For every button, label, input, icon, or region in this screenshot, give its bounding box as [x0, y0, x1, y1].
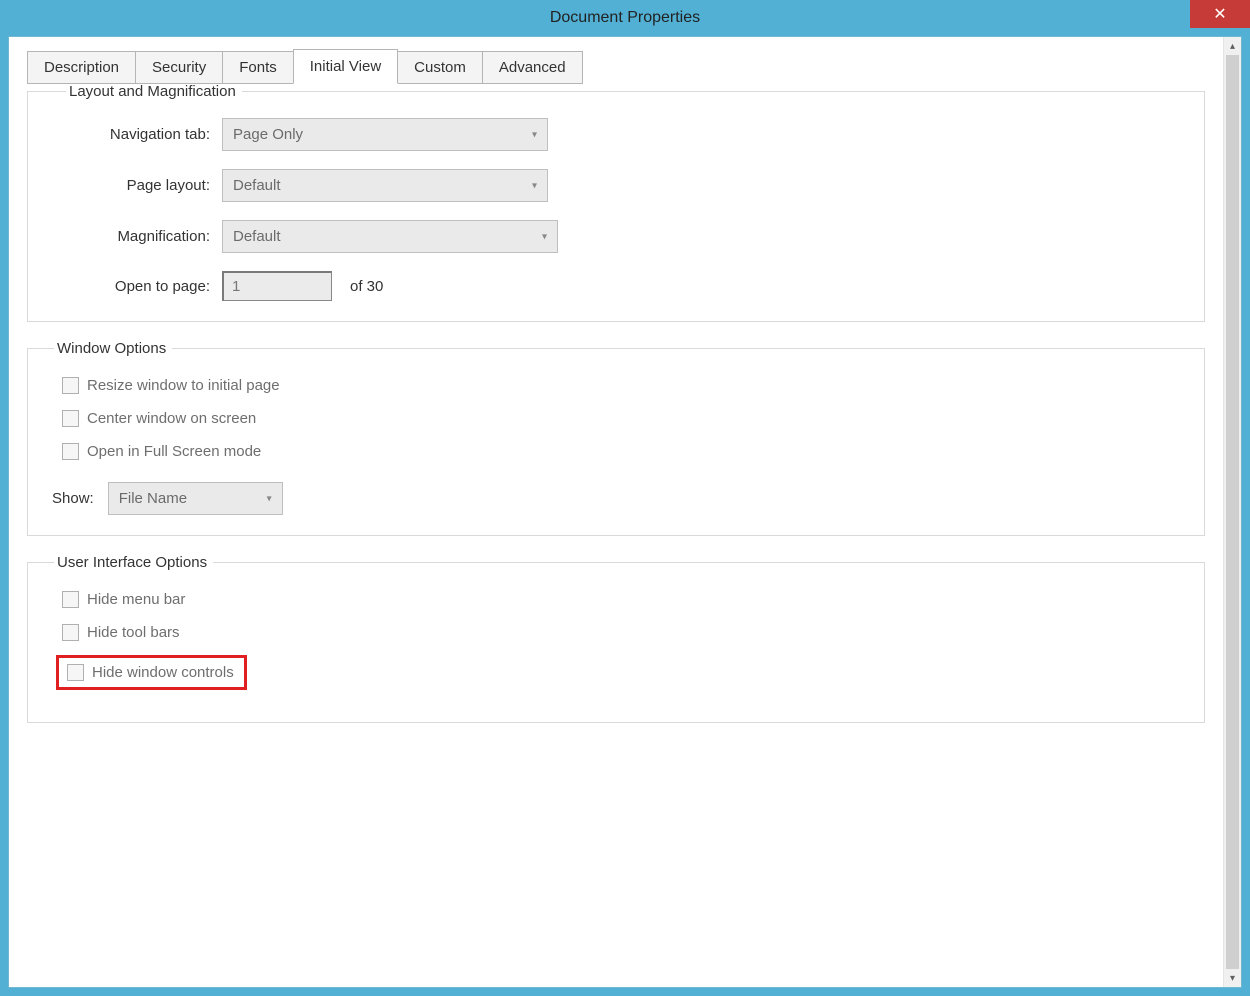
content-area: Description Security Fonts Initial View … [9, 37, 1223, 987]
of-text: of 30 [350, 278, 383, 295]
checkbox-hide-tool[interactable] [62, 624, 79, 641]
chevron-down-icon: ▾ [532, 129, 537, 140]
row-resize-window: Resize window to initial page [50, 377, 1182, 394]
row-navigation-tab: Navigation tab: Page Only ▾ [62, 118, 1182, 151]
input-open-value: 1 [232, 278, 240, 295]
dropdown-magnification[interactable]: Default ▾ [222, 220, 558, 253]
checkbox-resize-window[interactable] [62, 377, 79, 394]
label-center-window: Center window on screen [87, 410, 256, 427]
dropdown-show-value: File Name [119, 490, 187, 507]
close-button[interactable]: ✕ [1190, 0, 1250, 28]
chevron-down-icon: ▾ [542, 231, 547, 242]
layout-legend: Layout and Magnification [66, 83, 242, 100]
tab-custom[interactable]: Custom [397, 51, 483, 84]
row-open-to-page: Open to page: 1 of 30 [62, 271, 1182, 301]
tab-description[interactable]: Description [27, 51, 136, 84]
ui-options-group: User Interface Options Hide menu bar Hid… [27, 554, 1205, 723]
label-page-layout: Page layout: [62, 177, 222, 194]
row-center-window: Center window on screen [50, 410, 1182, 427]
dropdown-navigation-tab[interactable]: Page Only ▾ [222, 118, 548, 151]
tab-advanced[interactable]: Advanced [482, 51, 583, 84]
scroll-down-icon[interactable]: ▾ [1224, 969, 1241, 987]
titlebar: Document Properties ✕ [0, 0, 1250, 36]
vertical-scrollbar[interactable]: ▴ ▾ [1223, 37, 1241, 987]
label-hide-tool: Hide tool bars [87, 624, 180, 641]
dropdown-navigation-value: Page Only [233, 126, 303, 143]
chevron-down-icon: ▾ [267, 493, 272, 504]
tab-initial-view[interactable]: Initial View [293, 49, 398, 84]
row-fullscreen: Open in Full Screen mode [50, 443, 1182, 460]
scrollbar-thumb[interactable] [1226, 55, 1239, 969]
window-options-group: Window Options Resize window to initial … [27, 340, 1205, 536]
dropdown-show[interactable]: File Name ▾ [108, 482, 283, 515]
label-navigation-tab: Navigation tab: [62, 126, 222, 143]
label-open-to-page: Open to page: [62, 278, 222, 295]
close-icon: ✕ [1213, 4, 1226, 24]
checkbox-hide-menu[interactable] [62, 591, 79, 608]
label-hide-menu: Hide menu bar [87, 591, 185, 608]
layout-magnification-group: Layout and Magnification Navigation tab:… [27, 83, 1205, 322]
dropdown-magnification-value: Default [233, 228, 281, 245]
label-resize-window: Resize window to initial page [87, 377, 280, 394]
label-magnification: Magnification: [62, 228, 222, 245]
checkbox-fullscreen[interactable] [62, 443, 79, 460]
window-options-legend: Window Options [54, 340, 172, 357]
dropdown-page-layout-value: Default [233, 177, 281, 194]
checkbox-hide-controls[interactable] [67, 664, 84, 681]
window-title: Document Properties [550, 9, 700, 27]
checkbox-center-window[interactable] [62, 410, 79, 427]
chevron-down-icon: ▾ [532, 180, 537, 191]
tab-fonts[interactable]: Fonts [222, 51, 294, 84]
label-fullscreen: Open in Full Screen mode [87, 443, 261, 460]
scroll-up-icon[interactable]: ▴ [1224, 37, 1241, 55]
label-hide-controls: Hide window controls [92, 664, 234, 681]
row-show: Show: File Name ▾ [50, 482, 1182, 515]
highlighted-hide-controls: Hide window controls [56, 655, 247, 690]
tab-security[interactable]: Security [135, 51, 223, 84]
row-hide-tool: Hide tool bars [50, 624, 1182, 641]
row-page-layout: Page layout: Default ▾ [62, 169, 1182, 202]
row-hide-menu: Hide menu bar [50, 591, 1182, 608]
tabbar: Description Security Fonts Initial View … [27, 49, 1205, 84]
dropdown-page-layout[interactable]: Default ▾ [222, 169, 548, 202]
input-open-to-page[interactable]: 1 [222, 271, 332, 301]
window-body: Description Security Fonts Initial View … [8, 36, 1242, 988]
label-show: Show: [52, 490, 94, 507]
row-magnification: Magnification: Default ▾ [62, 220, 1182, 253]
ui-options-legend: User Interface Options [54, 554, 213, 571]
